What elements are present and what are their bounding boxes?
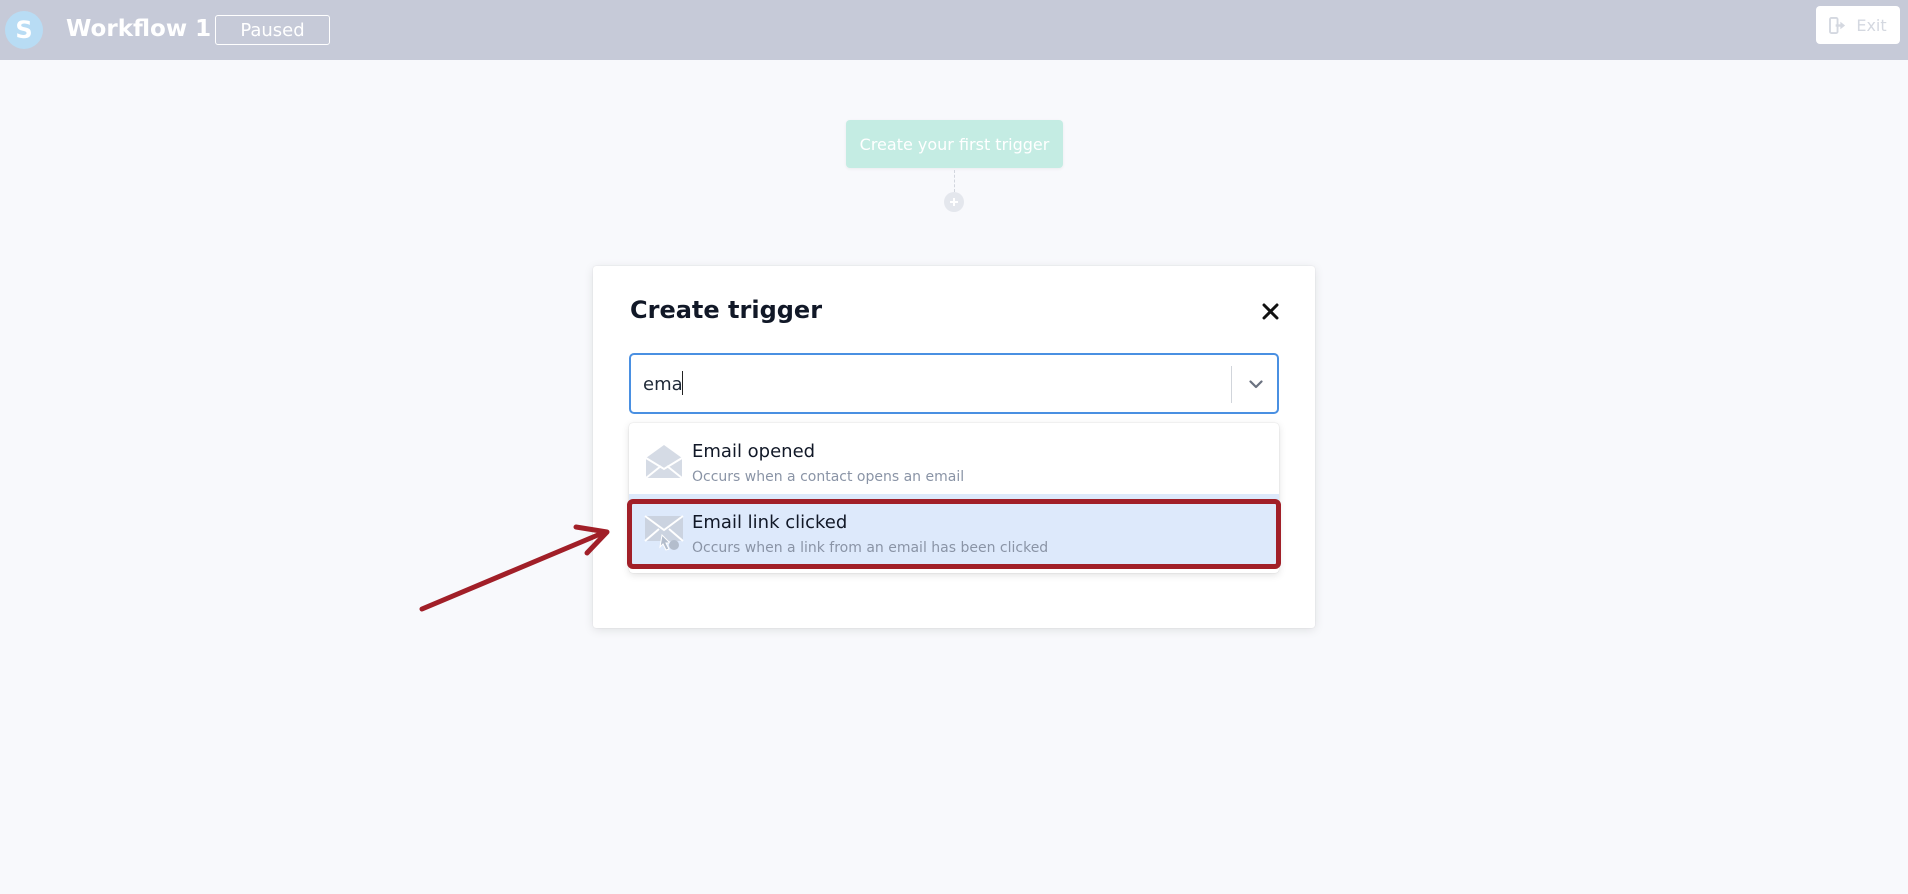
trigger-search-input[interactable] <box>643 369 1203 399</box>
logo-letter: S <box>15 16 33 44</box>
create-trigger-modal: Create trigger Email opened Occurs when … <box>593 266 1315 628</box>
close-button[interactable] <box>1258 299 1282 323</box>
annotation-arrow-icon <box>419 524 610 612</box>
trigger-select[interactable] <box>629 353 1279 414</box>
close-icon <box>1262 303 1278 319</box>
option-email-opened[interactable]: Email opened Occurs when a contact opens… <box>629 423 1279 494</box>
dropdown-toggle[interactable] <box>1243 371 1269 397</box>
modal-title: Create trigger <box>630 296 823 324</box>
connector-line <box>954 170 955 192</box>
create-first-trigger-button[interactable]: Create your first trigger <box>846 120 1063 168</box>
plus-icon <box>950 198 958 206</box>
exit-label: Exit <box>1856 15 1887 35</box>
exit-icon <box>1829 16 1846 34</box>
envelope-open-icon <box>645 445 683 479</box>
annotation-highlight-box <box>627 499 1281 569</box>
exit-button[interactable]: Exit <box>1816 6 1900 44</box>
status-badge[interactable]: Paused <box>215 15 330 45</box>
add-step-button[interactable] <box>944 192 964 212</box>
option-label: Email opened <box>692 441 816 462</box>
workflow-title[interactable]: Workflow 1 <box>66 16 211 42</box>
top-bar: S Workflow 1 Paused Exit <box>0 0 1908 60</box>
option-description: Occurs when a contact opens an email <box>692 469 965 485</box>
app-logo[interactable]: S <box>5 11 43 49</box>
text-caret <box>682 371 683 395</box>
chevron-down-icon <box>1249 379 1263 388</box>
select-divider <box>1231 366 1232 403</box>
